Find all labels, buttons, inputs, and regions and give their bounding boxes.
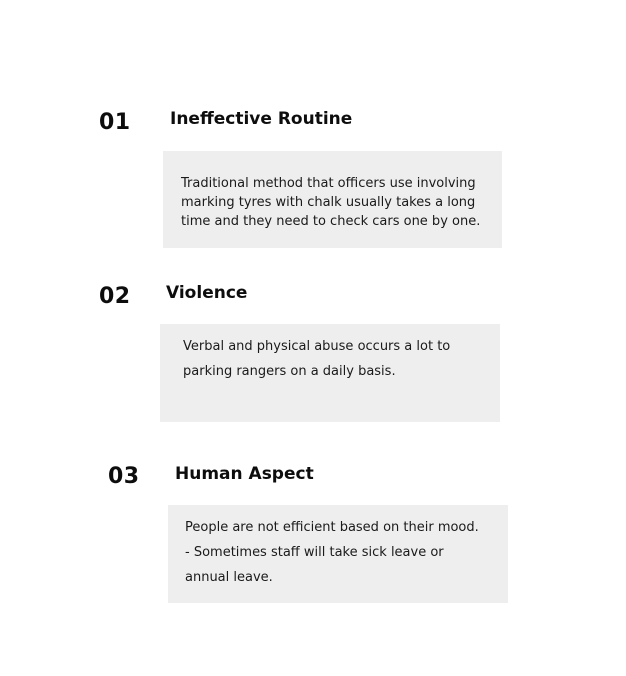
card-text-line: - Sometimes staff will take sick leave o… — [185, 545, 444, 560]
item-title-violence: Violence — [166, 283, 248, 303]
card-text-line: parking rangers on a daily basis. — [183, 364, 396, 379]
item-title-ineffective-routine: Ineffective Routine — [170, 109, 353, 129]
item-title-human-aspect: Human Aspect — [175, 464, 314, 484]
card-text-line: marking tyres with chalk usually takes a… — [181, 195, 476, 210]
card-text-line: annual leave. — [185, 570, 273, 585]
item-number-02: 02 — [99, 284, 131, 309]
item-card-human-aspect: People are not efficient based on their … — [168, 505, 508, 603]
item-number-03: 03 — [108, 464, 140, 489]
item-number-01: 01 — [99, 110, 131, 135]
item-card-violence: Verbal and physical abuse occurs a lot t… — [160, 324, 500, 422]
card-text-line: time and they need to check cars one by … — [181, 214, 481, 229]
card-text-line: Traditional method that officers use inv… — [181, 176, 476, 191]
card-text-line: Verbal and physical abuse occurs a lot t… — [183, 339, 451, 354]
card-text-line: People are not efficient based on their … — [185, 520, 479, 535]
item-card-ineffective-routine: Traditional method that officers use inv… — [163, 151, 502, 248]
